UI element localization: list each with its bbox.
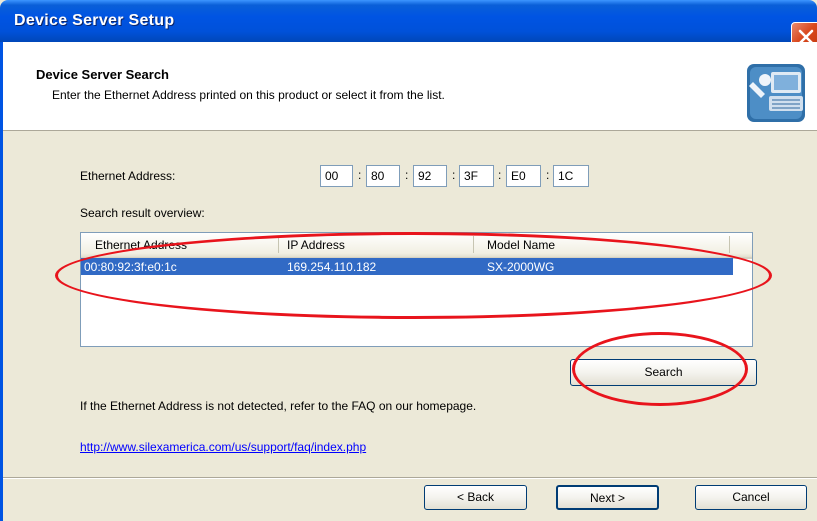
octet-separator: :: [546, 168, 550, 182]
column-ethernet-address[interactable]: Ethernet Address: [95, 238, 187, 252]
title-bar[interactable]: Device Server Setup: [0, 0, 817, 42]
ethernet-octet-3[interactable]: 92: [413, 165, 447, 187]
computer-network-icon: [747, 64, 805, 122]
row-model-name: SX-2000WG: [487, 260, 555, 274]
cancel-button[interactable]: Cancel: [695, 485, 807, 510]
row-ip-address: 169.254.110.182: [287, 260, 377, 274]
column-ip-address[interactable]: IP Address: [287, 238, 345, 252]
page-heading: Device Server Search: [36, 67, 169, 82]
window-title: Device Server Setup: [14, 12, 175, 29]
ethernet-octet-4[interactable]: 3F: [459, 165, 494, 187]
column-divider[interactable]: [729, 236, 730, 253]
octet-separator: :: [498, 168, 502, 182]
page-subheading: Enter the Ethernet Address printed on th…: [52, 88, 445, 102]
ethernet-octet-5[interactable]: E0: [506, 165, 541, 187]
search-button[interactable]: Search: [570, 359, 757, 386]
next-button[interactable]: Next >: [556, 485, 659, 510]
setup-window: Device Server Setup Device Server Search…: [0, 0, 817, 521]
octet-separator: :: [405, 168, 409, 182]
ethernet-octet-1[interactable]: 00: [320, 165, 353, 187]
ethernet-octet-2[interactable]: 80: [366, 165, 400, 187]
ethernet-octet-6[interactable]: 1C: [553, 165, 589, 187]
list-header: Ethernet Address IP Address Model Name: [81, 233, 752, 259]
octet-separator: :: [358, 168, 362, 182]
faq-link[interactable]: http://www.silexamerica.com/us/support/f…: [80, 440, 366, 454]
column-divider[interactable]: [473, 236, 474, 253]
result-row[interactable]: [81, 258, 733, 275]
column-divider[interactable]: [278, 236, 279, 253]
info-text: If the Ethernet Address is not detected,…: [80, 399, 477, 413]
back-button[interactable]: < Back: [424, 485, 527, 510]
header-panel: [3, 42, 817, 131]
search-result-label: Search result overview:: [80, 206, 205, 220]
search-results-list[interactable]: Ethernet Address IP Address Model Name: [80, 232, 753, 347]
row-ethernet-address: 00:80:92:3f:e0:1c: [84, 260, 177, 274]
octet-separator: :: [452, 168, 456, 182]
column-model-name[interactable]: Model Name: [487, 238, 555, 252]
ethernet-address-label: Ethernet Address:: [80, 169, 176, 183]
footer-divider: [3, 477, 817, 479]
